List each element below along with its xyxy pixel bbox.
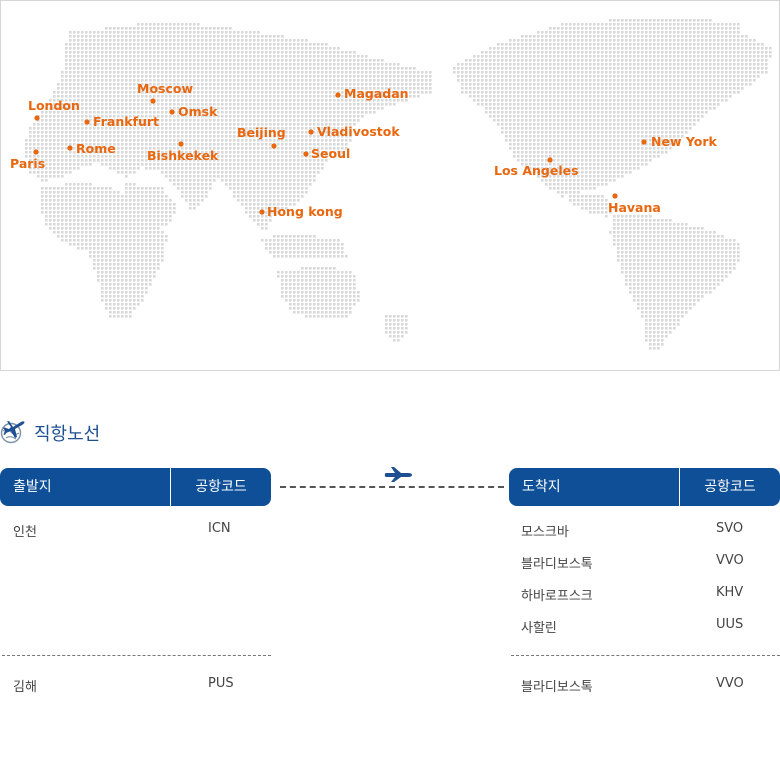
city-label-havana: Havana xyxy=(608,200,661,215)
arrival-city: 블라디보스톡 xyxy=(521,557,593,572)
departure-city: 김해 xyxy=(13,680,37,695)
arrival-city: 블라디보스톡 xyxy=(521,680,593,695)
city-marker-vladivostok xyxy=(308,129,314,135)
city-marker-rome xyxy=(67,145,73,151)
globe-plane-icon xyxy=(0,421,25,444)
city-marker-frankfurt xyxy=(84,119,90,125)
city-marker-bishkekek xyxy=(178,141,184,147)
city-label-new-york: New York xyxy=(651,134,717,149)
city-label-magadan: Magadan xyxy=(344,86,409,101)
city-marker-paris xyxy=(33,149,39,155)
arrival-code-header: 공항코드 xyxy=(680,468,780,506)
departure-code: ICN xyxy=(208,521,231,536)
city-marker-new-york xyxy=(641,139,647,145)
city-label-los-angeles: Los Angeles xyxy=(494,163,579,178)
city-marker-magadan xyxy=(335,92,341,98)
city-label-beijing: Beijing xyxy=(237,125,286,140)
departure-code-header: 공항코드 xyxy=(171,468,271,506)
city-label-bishkekek: Bishkekek xyxy=(147,148,219,163)
city-label-omsk: Omsk xyxy=(178,104,218,119)
group-divider-left xyxy=(2,655,271,656)
arrival-header: 도착지 xyxy=(509,468,679,506)
city-marker-moscow xyxy=(150,98,156,104)
arrival-code: VVO xyxy=(716,676,744,691)
city-label-vladivostok: Vladivostok xyxy=(317,124,400,139)
dotted-world-map: London Paris Frankfurt Rome Moscow Omsk Bishke… xyxy=(10,19,772,350)
city-label-rome: Rome xyxy=(76,141,116,156)
arrival-code: KHV xyxy=(716,585,744,600)
arrival-city: 하바로프스크 xyxy=(521,589,593,604)
city-label-seoul: Seoul xyxy=(311,146,350,161)
airplane-icon xyxy=(384,467,412,482)
city-marker-havana xyxy=(612,193,618,199)
departure-code: PUS xyxy=(208,676,234,691)
departure-city: 인천 xyxy=(13,525,37,540)
arrival-city: 모스크바 xyxy=(521,525,569,540)
city-label-moscow: Moscow xyxy=(137,81,193,96)
group-divider-right xyxy=(511,655,780,656)
city-marker-seoul xyxy=(303,151,309,157)
arrival-code: UUS xyxy=(716,617,744,632)
route-connector-line xyxy=(280,486,504,488)
city-marker-london xyxy=(34,115,40,121)
arrival-code: VVO xyxy=(716,553,744,568)
city-label-hong-kong: Hong kong xyxy=(267,204,343,219)
routes-title: 직항노선 xyxy=(34,424,101,445)
city-label-frankfurt: Frankfurt xyxy=(93,114,159,129)
city-marker-omsk xyxy=(169,109,175,115)
city-marker-beijing xyxy=(271,143,277,149)
arrival-city: 사할린 xyxy=(521,621,557,636)
city-marker-los-angeles xyxy=(547,157,553,163)
city-label-london: London xyxy=(28,98,80,113)
arrival-code: SVO xyxy=(716,521,744,536)
city-label-paris: Paris xyxy=(10,156,45,171)
departure-header: 출발지 xyxy=(0,468,170,506)
city-marker-hong-kong xyxy=(259,209,265,215)
world-route-map: London Paris Frankfurt Rome Moscow Omsk Bishke… xyxy=(0,0,780,371)
